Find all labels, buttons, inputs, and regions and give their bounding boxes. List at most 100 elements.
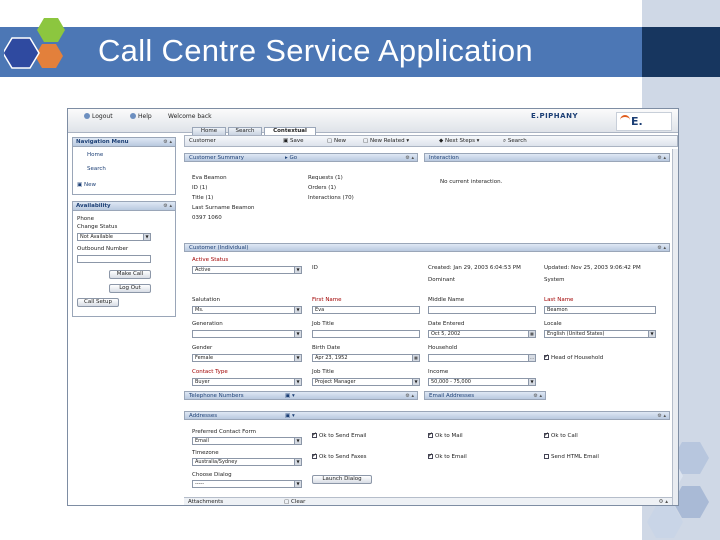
nav-item-search[interactable]: Search xyxy=(87,166,106,172)
locale-select[interactable]: English (United States) ▼ xyxy=(544,330,656,338)
status-select[interactable]: Not Available ▼ xyxy=(77,233,151,241)
gender-select[interactable]: Female ▼ xyxy=(192,354,302,362)
chevron-down-icon: ▼ xyxy=(528,379,535,385)
swoosh-icon xyxy=(620,115,630,125)
lookup-icon[interactable]: … xyxy=(528,355,535,361)
summary-left-line: 0397 1060 xyxy=(192,215,222,221)
income-label: Income xyxy=(428,369,449,375)
add-phone-icon[interactable]: ▣ ▾ xyxy=(285,393,295,399)
summary-right-line[interactable]: Requests (1) xyxy=(308,175,343,181)
last-name-label: Last Name xyxy=(544,297,574,303)
launch-dialog-button[interactable]: Launch Dialog xyxy=(312,475,372,484)
nav-item-home[interactable]: Home xyxy=(87,152,103,158)
help-link[interactable]: Help xyxy=(130,113,152,120)
make-call-button[interactable]: Make Call xyxy=(109,270,151,279)
availability-header: Availability ⚙ ▴ xyxy=(73,202,175,211)
outbound-number-input[interactable] xyxy=(77,255,151,263)
choose-dialog-select[interactable]: ----- ▼ xyxy=(192,480,302,488)
generation-select[interactable]: ▼ xyxy=(192,330,302,338)
search-button[interactable]: ⌕ Search xyxy=(503,138,527,145)
salutation-select[interactable]: Ms. ▼ xyxy=(192,306,302,314)
collapse-icon[interactable]: ⚙ ▴ xyxy=(405,393,414,399)
job-title-label: Job Title xyxy=(312,321,335,327)
addresses-header: Addresses ▣ ▾ ⚙ ▴ xyxy=(184,411,670,420)
brand-logo-text: E. xyxy=(631,115,643,128)
checkbox-icon xyxy=(312,452,317,459)
ok-to-email-checkbox[interactable]: Ok to Email xyxy=(428,452,467,460)
ok-to-send-email-checkbox[interactable]: Ok to Send Email xyxy=(312,431,366,439)
contact-type-label: Contact Type xyxy=(192,369,228,375)
middle-name-input[interactable] xyxy=(428,306,536,314)
id-label: ID xyxy=(312,265,318,271)
main-content: Customer ▣ Save ▢ New ▢ New Related ▾ ◆ … xyxy=(184,135,678,505)
chevron-down-icon: ▼ xyxy=(294,331,301,337)
job-title-input[interactable] xyxy=(312,330,420,338)
add-address-icon[interactable]: ▣ ▾ xyxy=(285,413,295,419)
tab-home[interactable]: Home xyxy=(192,127,226,135)
availability-panel: Availability ⚙ ▴ Phone Change Status Not… xyxy=(72,201,176,317)
vertical-scrollbar[interactable] xyxy=(672,149,678,505)
first-name-input[interactable]: Eva xyxy=(312,306,420,314)
last-name-input[interactable]: Beamon xyxy=(544,306,656,314)
household-input[interactable]: … xyxy=(428,354,536,362)
interaction-header: Interaction ⚙ ▴ xyxy=(424,153,670,162)
summary-right-line[interactable]: Orders (1) xyxy=(308,185,336,191)
calendar-icon[interactable]: ▦ xyxy=(528,331,535,337)
welcome-text: Welcome back xyxy=(168,113,212,120)
next-steps-button[interactable]: ◆ Next Steps ▾ xyxy=(439,138,479,144)
summary-go-icon[interactable]: ▸ Go xyxy=(285,155,297,161)
app-top-bar: Logout Help Welcome back E.PIPHANY E. xyxy=(68,109,678,133)
summary-left-line: Title (1) xyxy=(192,195,214,201)
chevron-down-icon: ▼ xyxy=(143,234,150,240)
date-entered-input[interactable]: Oct 5, 2002 ▦ xyxy=(428,330,536,338)
summary-left-line: Eva Beamon xyxy=(192,175,227,181)
collapse-icon[interactable]: ⚙ ▴ xyxy=(163,139,172,145)
new-related-button[interactable]: ▢ New Related ▾ xyxy=(363,138,409,144)
logout-link[interactable]: Logout xyxy=(84,113,113,120)
collapse-icon[interactable]: ⚙ ▴ xyxy=(659,499,668,505)
birth-date-input[interactable]: Apr 23, 1952 ▦ xyxy=(312,354,420,362)
date-entered-label: Date Entered xyxy=(428,321,465,327)
timezone-select[interactable]: Australia/Sydney ▼ xyxy=(192,458,302,466)
calendar-icon[interactable]: ▦ xyxy=(412,355,419,361)
chevron-down-icon: ▼ xyxy=(294,481,301,487)
checkbox-icon xyxy=(428,431,433,438)
customer-label: Customer xyxy=(189,138,216,144)
log-out-button[interactable]: Log Out xyxy=(109,284,151,293)
call-setup-button[interactable]: Call Setup xyxy=(77,298,119,307)
active-status-select[interactable]: Active ▼ xyxy=(192,266,302,274)
job-title-2-select[interactable]: Project Manager ▼ xyxy=(312,378,420,386)
salutation-label: Salutation xyxy=(192,297,220,303)
new-button[interactable]: ▢ New xyxy=(327,138,346,144)
ok-to-send-faxes-checkbox[interactable]: Ok to Send Faxes xyxy=(312,452,367,460)
contact-type-select[interactable]: Buyer ▼ xyxy=(192,378,302,386)
nav-item-new[interactable]: ▣ New xyxy=(77,182,96,188)
phone-label: Phone xyxy=(77,216,95,222)
collapse-icon[interactable]: ⚙ ▴ xyxy=(405,155,414,161)
tab-contextual[interactable]: Contextual xyxy=(264,127,316,135)
collapse-icon[interactable]: ⚙ ▴ xyxy=(533,393,542,399)
outbound-number-label: Outbound Number xyxy=(77,246,129,252)
generation-label: Generation xyxy=(192,321,223,327)
interaction-text: No current interaction. xyxy=(440,179,503,185)
summary-left-line: ID (1) xyxy=(192,185,208,191)
choose-dialog-label: Choose Dialog xyxy=(192,472,232,478)
checkbox-icon xyxy=(544,353,549,360)
collapse-icon[interactable]: ⚙ ▴ xyxy=(657,155,666,161)
clear-button[interactable]: ▢ Clear xyxy=(284,499,305,505)
send-html-email-checkbox[interactable]: Send HTML Email xyxy=(544,454,599,460)
head-of-household-checkbox[interactable]: Head of Household xyxy=(544,353,603,361)
summary-right-line[interactable]: Interactions (70) xyxy=(308,195,354,201)
income-select[interactable]: 50,000 - 75,000 ▼ xyxy=(428,378,536,386)
preferred-contact-select[interactable]: Email ▼ xyxy=(192,437,302,445)
job-title-2-label: Job Title xyxy=(312,369,335,375)
ok-to-call-checkbox[interactable]: Ok to Call xyxy=(544,431,578,439)
hexagon-logo-icon xyxy=(4,18,65,69)
collapse-icon[interactable]: ⚙ ▴ xyxy=(163,203,172,209)
checkbox-icon xyxy=(544,431,549,438)
ok-to-mail-checkbox[interactable]: Ok to Mail xyxy=(428,431,463,439)
collapse-icon[interactable]: ⚙ ▴ xyxy=(657,245,666,251)
collapse-icon[interactable]: ⚙ ▴ xyxy=(657,413,666,419)
tab-search[interactable]: Search xyxy=(228,127,262,135)
save-button[interactable]: ▣ Save xyxy=(283,138,303,144)
